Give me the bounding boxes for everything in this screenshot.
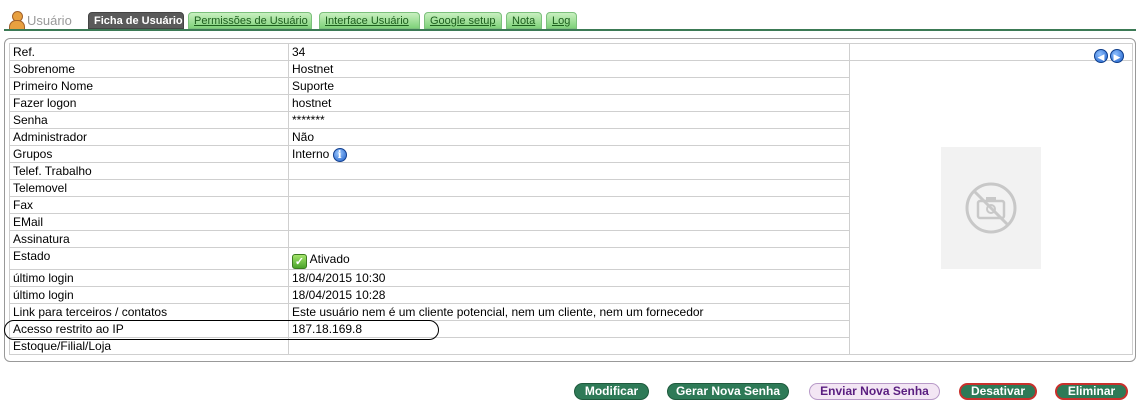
field-label: Senha (9, 111, 289, 129)
field-label: Telef. Trabalho (9, 162, 289, 180)
field-label: Estoque/Filial/Loja (9, 337, 289, 355)
delete-button[interactable]: Eliminar (1055, 383, 1128, 400)
field-value-administrador: Não (288, 128, 850, 146)
user-photo-placeholder (941, 146, 1041, 269)
field-value-logon: hostnet (288, 94, 850, 112)
section-header: Usuário (8, 11, 72, 30)
field-value-acesso-ip: 187.18.169.8 (288, 320, 850, 338)
field-value-ref: 34 (288, 43, 850, 61)
field-label: Fazer logon (9, 94, 289, 112)
photo-cell (849, 60, 1133, 355)
field-value-estoque (288, 337, 850, 355)
field-value-estado: ✓ Ativado (288, 247, 850, 270)
record-navigation: ◀ ▶ (1094, 49, 1124, 63)
field-label: último login (9, 269, 289, 287)
field-label: Administrador (9, 128, 289, 146)
field-label: último login (9, 286, 289, 304)
generate-password-button[interactable]: Gerar Nova Senha (667, 383, 789, 400)
field-value-penultimo-login: 18/04/2015 10:28 (288, 286, 850, 304)
field-label: Sobrenome (9, 60, 289, 78)
group-name: Interno (292, 147, 330, 161)
field-value-assinatura (288, 230, 850, 248)
modify-button[interactable]: Modificar (574, 383, 649, 400)
user-card-panel: Ref. 34 ◀ ▶ Sobrenome Hostnet Primeiro N… (4, 38, 1136, 362)
tab-ficha-usuario[interactable]: Ficha de Usuário (88, 12, 184, 29)
no-photo-icon (965, 182, 1017, 233)
field-label: Fax (9, 196, 289, 214)
tab-log[interactable]: Log (546, 12, 577, 29)
field-value-ultimo-login: 18/04/2015 10:30 (288, 269, 850, 287)
field-value-fax (288, 196, 850, 214)
table-row: Sobrenome Hostnet (9, 60, 1133, 355)
status-text: Ativado (309, 252, 350, 266)
field-value-email (288, 213, 850, 231)
info-icon[interactable]: i (332, 147, 347, 162)
field-label: Acesso restrito ao IP (9, 320, 289, 338)
user-icon (8, 11, 25, 30)
next-record-icon[interactable]: ▶ (1110, 49, 1124, 63)
previous-record-icon[interactable]: ◀ (1094, 49, 1108, 63)
tab-interface[interactable]: Interface Usuário (319, 12, 420, 29)
table-row: Ref. 34 ◀ ▶ (9, 43, 1133, 63)
tab-google-setup[interactable]: Google setup (424, 12, 502, 29)
field-label: Ref. (9, 43, 289, 61)
field-label: Telemovel (9, 179, 289, 197)
user-details-table: Ref. 34 ◀ ▶ Sobrenome Hostnet Primeiro N… (9, 43, 1133, 355)
send-password-button[interactable]: Enviar Nova Senha (809, 383, 940, 400)
field-label: Estado (9, 247, 289, 270)
field-value-grupos: Interno i (288, 145, 850, 163)
field-value-telefone (288, 162, 850, 180)
field-value-senha: ******* (288, 111, 850, 129)
check-icon: ✓ (292, 254, 307, 269)
field-value-primeiro-nome: Suporte (288, 77, 850, 95)
field-label: Grupos (9, 145, 289, 163)
tab-nota[interactable]: Nota (506, 12, 542, 29)
field-label: Primeiro Nome (9, 77, 289, 95)
tab-underline (4, 29, 1136, 31)
nav-cell: ◀ ▶ (849, 43, 1133, 63)
field-label: Assinatura (9, 230, 289, 248)
field-value-telemovel (288, 179, 850, 197)
field-label: EMail (9, 213, 289, 231)
tab-permissoes[interactable]: Permissões de Usuário (188, 12, 312, 29)
field-value-link-terceiros: Este usuário nem é um cliente potencial,… (288, 303, 850, 321)
field-value-sobrenome: Hostnet (288, 60, 850, 78)
deactivate-button[interactable]: Desativar (959, 383, 1037, 400)
field-label: Link para terceiros / contatos (9, 303, 289, 321)
section-label: Usuário (27, 12, 72, 28)
